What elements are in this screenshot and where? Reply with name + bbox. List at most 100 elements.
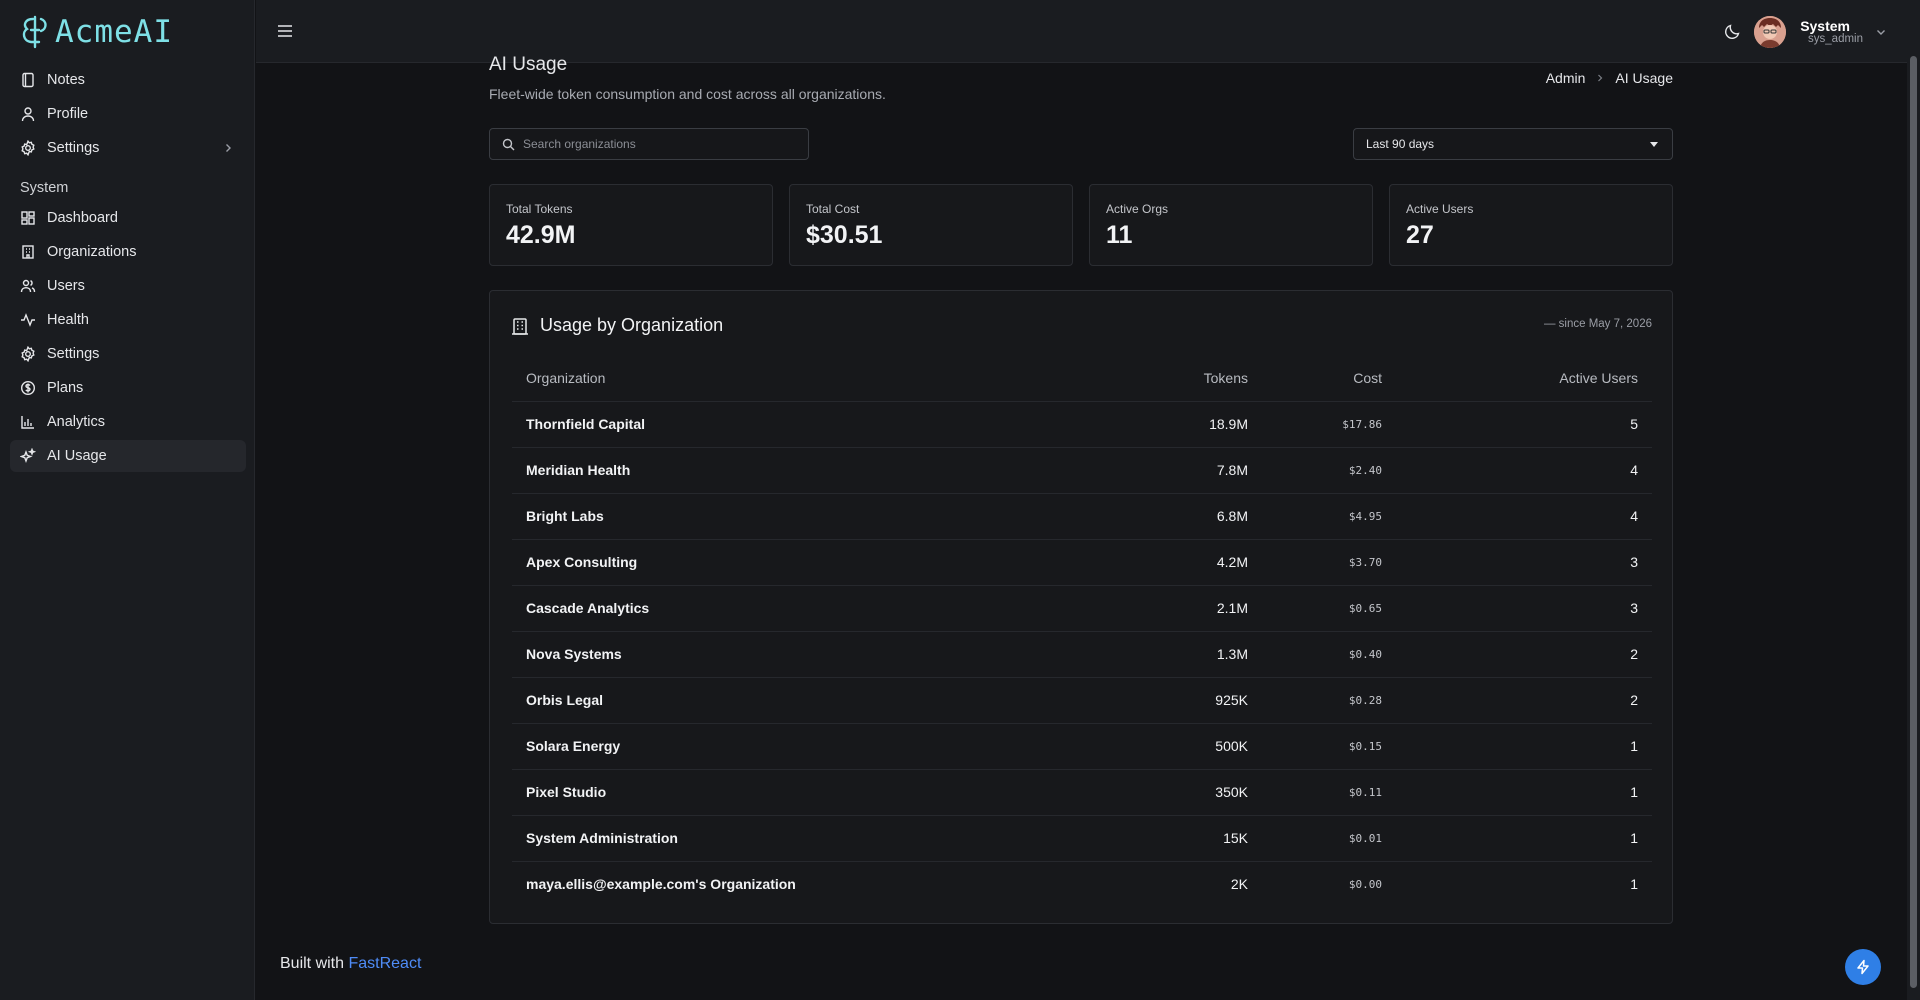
chevron-down-icon[interactable] xyxy=(1875,26,1887,38)
quick-action-button[interactable] xyxy=(1845,949,1881,985)
stat-value: 11 xyxy=(1106,221,1133,249)
lightning-icon xyxy=(1857,959,1869,975)
table-row[interactable]: Apex Consulting 4.2M $3.70 3 xyxy=(512,539,1652,586)
column-header-cost[interactable]: Cost xyxy=(1262,355,1396,402)
sidebar-item-label: Users xyxy=(47,278,85,294)
stat-card-total-cost: Total Cost $30.51 xyxy=(789,184,1073,266)
table-row[interactable]: Bright Labs 6.8M $4.95 4 xyxy=(512,493,1652,540)
gear-icon xyxy=(21,140,35,156)
breadcrumb-admin[interactable]: Admin xyxy=(1546,70,1586,86)
notebook-icon xyxy=(22,72,34,88)
table-row[interactable]: Pixel Studio 350K $0.11 1 xyxy=(512,769,1652,816)
table-row[interactable]: maya.ellis@example.com's Organization 2K… xyxy=(512,861,1652,907)
search-icon xyxy=(502,138,515,150)
search-input[interactable] xyxy=(523,137,793,151)
cell-cost: $0.11 xyxy=(1262,769,1396,816)
sidebar-item-settings[interactable]: Settings xyxy=(10,132,246,164)
hamburger-menu-icon[interactable] xyxy=(276,22,294,40)
column-header-tokens[interactable]: Tokens xyxy=(1102,355,1262,402)
app-logo[interactable]: AcmeAI xyxy=(19,14,173,50)
table-row[interactable]: Solara Energy 500K $0.15 1 xyxy=(512,723,1652,770)
avatar[interactable] xyxy=(1754,16,1786,48)
cell-cost: $17.86 xyxy=(1262,401,1396,448)
cell-tokens: 6.8M xyxy=(1102,493,1262,540)
cell-cost: $0.28 xyxy=(1262,677,1396,724)
cell-cost: $0.00 xyxy=(1348,877,1382,891)
gear-icon xyxy=(21,346,35,362)
cell-cost: $3.70 xyxy=(1262,539,1396,586)
user-icon xyxy=(21,107,35,122)
sidebar-section-label: System xyxy=(20,180,69,196)
logo-text: AcmeAI xyxy=(55,14,173,50)
page-title: AI Usage xyxy=(489,54,568,75)
table-header-row: Organization Tokens Cost Active Users xyxy=(512,355,1652,402)
cell-cost: $0.40 xyxy=(1262,631,1396,678)
cell-active-users: 3 xyxy=(1396,585,1652,632)
table-row[interactable]: Cascade Analytics 2.1M $0.65 3 xyxy=(512,585,1652,632)
stat-label: Active Users xyxy=(1406,202,1474,216)
table-row[interactable]: System Administration 15K $0.01 1 xyxy=(512,815,1652,862)
cell-active-users: 2 xyxy=(1396,677,1652,724)
sidebar-item-system-settings[interactable]: Settings xyxy=(10,338,246,370)
breadcrumb: Admin AI Usage xyxy=(1546,70,1673,86)
sidebar-item-label: Settings xyxy=(47,140,100,156)
card-title: Usage by Organization xyxy=(540,315,724,335)
acme-logo-icon xyxy=(22,15,47,49)
cell-organization: Nova Systems xyxy=(512,631,1102,678)
sidebar-item-analytics[interactable]: Analytics xyxy=(10,406,246,438)
sidebar-item-profile[interactable]: Profile xyxy=(10,98,246,130)
cell-organization: Apex Consulting xyxy=(512,539,1102,586)
column-header-organization[interactable]: Organization xyxy=(512,355,1102,402)
cell-tokens: 2K xyxy=(1230,876,1248,893)
sidebar-item-organizations[interactable]: Organizations xyxy=(10,236,246,268)
scrollbar-thumb[interactable] xyxy=(1910,56,1917,988)
stat-label: Active Orgs xyxy=(1106,202,1169,216)
sidebar-item-label: Health xyxy=(47,312,89,328)
cell-active-users: 4 xyxy=(1396,493,1652,540)
stat-value: $30.51 xyxy=(806,221,883,249)
footer-credit: Built with FastReact xyxy=(280,955,421,973)
stat-label: Total Cost xyxy=(806,202,860,216)
caret-down-icon xyxy=(1650,142,1658,147)
cell-organization: System Administration xyxy=(512,815,1102,862)
sidebar-nav: Notes Profile Settings System Dashboard … xyxy=(10,64,246,474)
building-icon xyxy=(512,317,528,335)
cell-organization: Meridian Health xyxy=(512,447,1102,494)
cell-organization: Orbis Legal xyxy=(512,677,1102,724)
table-row[interactable]: Meridian Health 7.8M $2.40 4 xyxy=(512,447,1652,494)
date-range-select[interactable]: Last 90 days xyxy=(1353,128,1673,160)
moon-icon[interactable] xyxy=(1724,23,1741,40)
sidebar-item-plans[interactable]: Plans xyxy=(10,372,246,404)
sidebar-item-label: Analytics xyxy=(47,414,106,430)
table-row[interactable]: Thornfield Capital 18.9M $17.86 5 xyxy=(512,401,1652,448)
stat-label: Total Tokens xyxy=(506,202,573,216)
fastreact-link[interactable]: FastReact xyxy=(348,955,421,972)
cell-organization: Pixel Studio xyxy=(512,769,1102,816)
cell-active-users: 2 xyxy=(1396,631,1652,678)
footer-prefix: Built with xyxy=(280,955,345,972)
cell-organization: Cascade Analytics xyxy=(512,585,1102,632)
cell-tokens: 2.1M xyxy=(1102,585,1262,632)
sidebar-item-dashboard[interactable]: Dashboard xyxy=(10,202,246,234)
table-row[interactable]: Nova Systems 1.3M $0.40 2 xyxy=(512,631,1652,678)
cell-cost: $2.40 xyxy=(1262,447,1396,494)
cell-cost: $0.15 xyxy=(1262,723,1396,770)
sidebar-item-users[interactable]: Users xyxy=(10,270,246,302)
chevron-right-icon xyxy=(1598,74,1603,82)
sidebar-item-health[interactable]: Health xyxy=(10,304,246,336)
sidebar-item-label: Profile xyxy=(47,106,89,122)
date-range-value: Last 90 days xyxy=(1366,137,1435,151)
cell-organization: Thornfield Capital xyxy=(512,401,1102,448)
cell-tokens: 15K xyxy=(1102,815,1262,862)
column-header-active-users[interactable]: Active Users xyxy=(1396,355,1652,402)
sidebar-item-notes[interactable]: Notes xyxy=(10,64,246,96)
table-row[interactable]: Orbis Legal 925K $0.28 2 xyxy=(512,677,1652,724)
user-name[interactable]: System xyxy=(1800,18,1850,34)
cell-cost: $0.01 xyxy=(1262,815,1396,862)
usage-card: Usage by Organization — since May 7, 202… xyxy=(489,290,1673,924)
sidebar-item-ai-usage[interactable]: AI Usage xyxy=(10,440,246,472)
cell-active-users: 4 xyxy=(1396,447,1652,494)
breadcrumb-current: AI Usage xyxy=(1615,70,1673,86)
scrollbar-track[interactable] xyxy=(1907,0,1920,1000)
bar-chart-icon xyxy=(21,416,34,429)
